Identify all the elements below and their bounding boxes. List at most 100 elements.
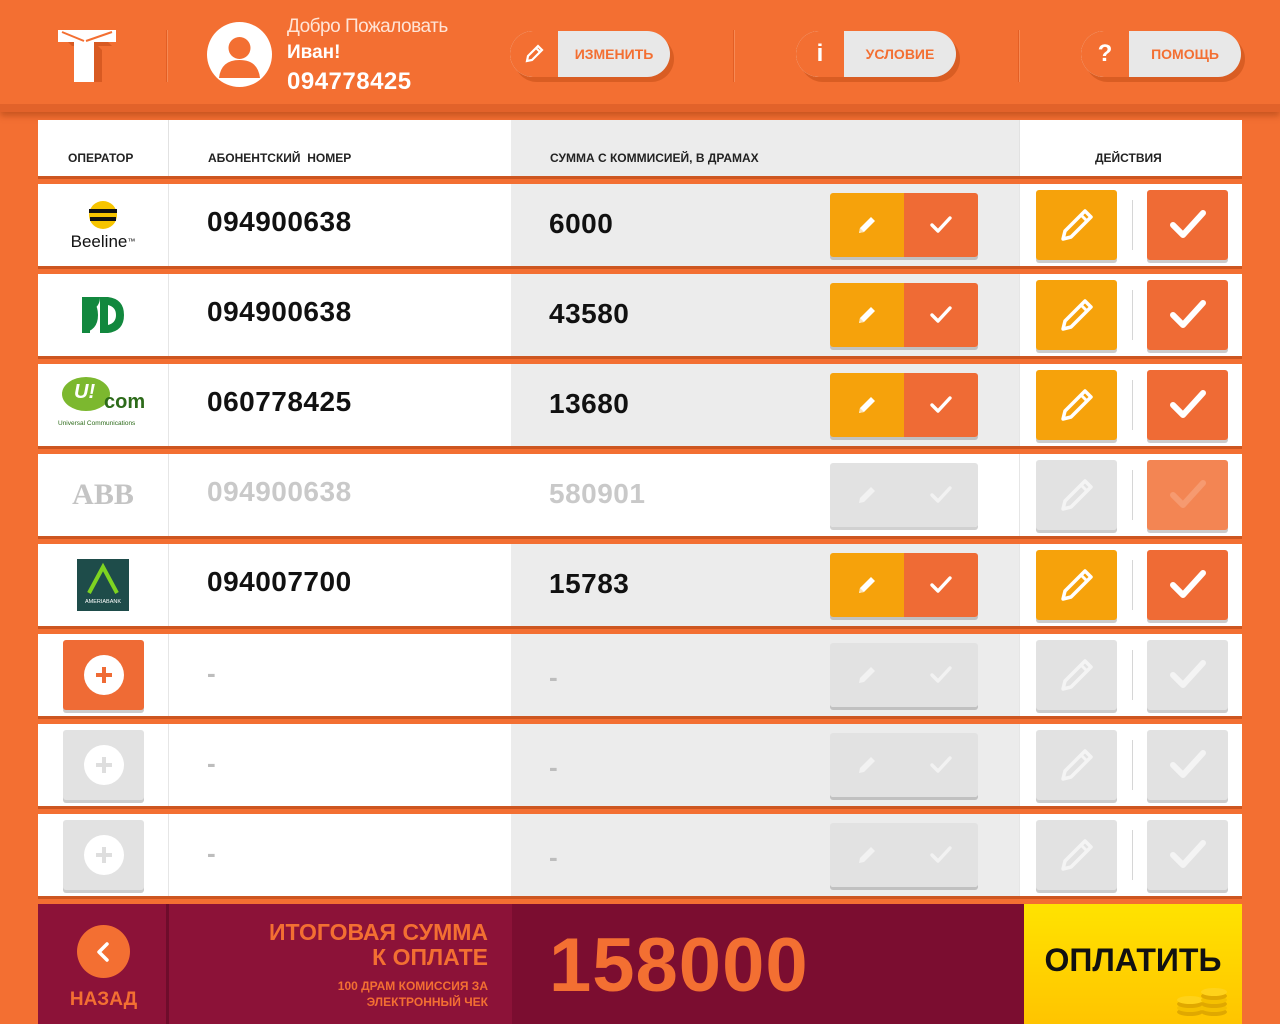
check-icon xyxy=(929,843,953,867)
check-icon xyxy=(929,573,953,597)
confirm-button[interactable] xyxy=(1147,460,1228,530)
edit-button[interactable] xyxy=(1036,820,1117,890)
add-operator-button[interactable] xyxy=(63,820,144,890)
row-inline-actions xyxy=(830,193,978,257)
table-row: - - xyxy=(38,814,1242,896)
add-operator-button[interactable] xyxy=(63,640,144,710)
back-label: НАЗАД xyxy=(69,989,138,1010)
pencil-icon xyxy=(855,393,879,417)
avatar[interactable] xyxy=(207,22,272,87)
top-bar: Добро Пожаловать Иван! 094778425 ИЗМЕНИТ… xyxy=(0,0,1280,112)
edit-button[interactable] xyxy=(1036,460,1117,530)
edit-profile-button[interactable]: ИЗМЕНИТЬ xyxy=(510,31,670,77)
beeline-tm: ™ xyxy=(127,237,136,246)
col-actions: ДЕЙСТВИЯ xyxy=(1095,151,1162,165)
col-amount: СУММА С КОММИСИЕЙ, В ДРАМАХ xyxy=(550,151,759,165)
row-confirm-button[interactable] xyxy=(904,733,978,797)
table-row: AMERIABANK 094007700 15783 xyxy=(38,544,1242,626)
edit-button[interactable] xyxy=(1036,280,1117,350)
plus-icon xyxy=(95,667,112,683)
total-label-line2: К ОПЛАТЕ xyxy=(372,944,488,970)
row-confirm-button[interactable] xyxy=(904,643,978,707)
confirm-button[interactable] xyxy=(1147,550,1228,620)
check-icon xyxy=(1168,655,1208,695)
check-icon xyxy=(929,753,953,777)
row-confirm-button[interactable] xyxy=(904,283,978,347)
beeline-text: Beeline xyxy=(70,232,128,251)
row-inline-actions xyxy=(830,733,978,797)
ucom-logo: U! com Universal Communications xyxy=(38,364,168,446)
row-edit-button[interactable] xyxy=(830,823,904,887)
table-header: ОПЕРАТОР АБОНЕНТСКИЙ НОМЕР СУММА С КОММИ… xyxy=(38,120,1242,176)
confirm-button[interactable] xyxy=(1147,730,1228,800)
pencil-icon xyxy=(1057,745,1097,785)
row-inline-actions xyxy=(830,463,978,527)
edit-button[interactable] xyxy=(1036,190,1117,260)
confirm-button[interactable] xyxy=(1147,370,1228,440)
ameriabank-logo: AMERIABANK xyxy=(38,544,168,626)
row-confirm-button[interactable] xyxy=(904,193,978,257)
conditions-button[interactable]: i УСЛОВИЕ xyxy=(796,31,956,77)
edit-button[interactable] xyxy=(1036,370,1117,440)
confirm-button[interactable] xyxy=(1147,820,1228,890)
edit-profile-label: ИЗМЕНИТЬ xyxy=(574,46,654,62)
row-inline-actions xyxy=(830,823,978,887)
row-confirm-button[interactable] xyxy=(904,823,978,887)
header-divider xyxy=(166,30,168,82)
subscriber-number: 060778425 xyxy=(207,386,352,417)
vivacell-logo xyxy=(38,274,168,356)
row-edit-button[interactable] xyxy=(830,643,904,707)
row-edit-button[interactable] xyxy=(830,193,904,257)
edit-button[interactable] xyxy=(1036,640,1117,710)
pay-button[interactable]: ОПЛАТИТЬ xyxy=(1024,904,1242,1024)
edit-button[interactable] xyxy=(1036,550,1117,620)
table-row: - - xyxy=(38,724,1242,806)
row-edit-button[interactable] xyxy=(830,553,904,617)
row-confirm-button[interactable] xyxy=(904,373,978,437)
row-confirm-button[interactable] xyxy=(904,553,978,617)
welcome-text: Добро Пожаловать xyxy=(287,16,448,37)
beeline-logo: Beeline™ xyxy=(38,184,168,266)
question-icon: ? xyxy=(1081,31,1129,77)
pencil-icon xyxy=(855,663,879,687)
subscriber-number: 094900638 xyxy=(207,206,352,237)
user-phone: 094778425 xyxy=(287,68,412,95)
pencil-icon xyxy=(1057,565,1097,605)
pencil-icon xyxy=(1057,475,1097,515)
row-edit-button[interactable] xyxy=(830,283,904,347)
help-button[interactable]: ? ПОМОЩЬ xyxy=(1081,31,1241,77)
row-edit-button[interactable] xyxy=(830,463,904,527)
row-confirm-button[interactable] xyxy=(904,463,978,527)
user-name: Иван! xyxy=(287,42,341,63)
vivacell-icon xyxy=(82,297,124,333)
check-icon xyxy=(929,663,953,687)
check-icon xyxy=(1168,835,1208,875)
pencil-icon xyxy=(1057,835,1097,875)
header-divider xyxy=(733,30,735,82)
row-edit-button[interactable] xyxy=(830,373,904,437)
info-icon: i xyxy=(796,31,844,77)
ucom-u-text: U! xyxy=(74,381,96,403)
table-row: Beeline™ 094900638 6000 xyxy=(38,184,1242,266)
table-row: - - xyxy=(38,634,1242,716)
plus-icon xyxy=(95,757,112,773)
col-operator: ОПЕРАТОР xyxy=(68,151,134,165)
confirm-button[interactable] xyxy=(1147,280,1228,350)
ucom-com-text: com xyxy=(104,391,146,413)
edit-button[interactable] xyxy=(1036,730,1117,800)
confirm-button[interactable] xyxy=(1147,640,1228,710)
back-button[interactable]: НАЗАД xyxy=(38,904,169,1024)
subscriber-number: - xyxy=(207,838,217,868)
ameriabank-text: AMERIABANK xyxy=(84,599,122,605)
amount-value: - xyxy=(549,752,559,782)
add-operator-button[interactable] xyxy=(63,730,144,800)
row-edit-button[interactable] xyxy=(830,733,904,797)
table-row: 094900638 43580 xyxy=(38,274,1242,356)
user-icon xyxy=(219,37,260,78)
help-label: ПОМОЩЬ xyxy=(1151,46,1219,62)
pencil-icon xyxy=(510,31,558,77)
row-inline-actions xyxy=(830,553,978,617)
check-icon xyxy=(1168,295,1208,335)
confirm-button[interactable] xyxy=(1147,190,1228,260)
beeline-icon xyxy=(89,201,117,229)
